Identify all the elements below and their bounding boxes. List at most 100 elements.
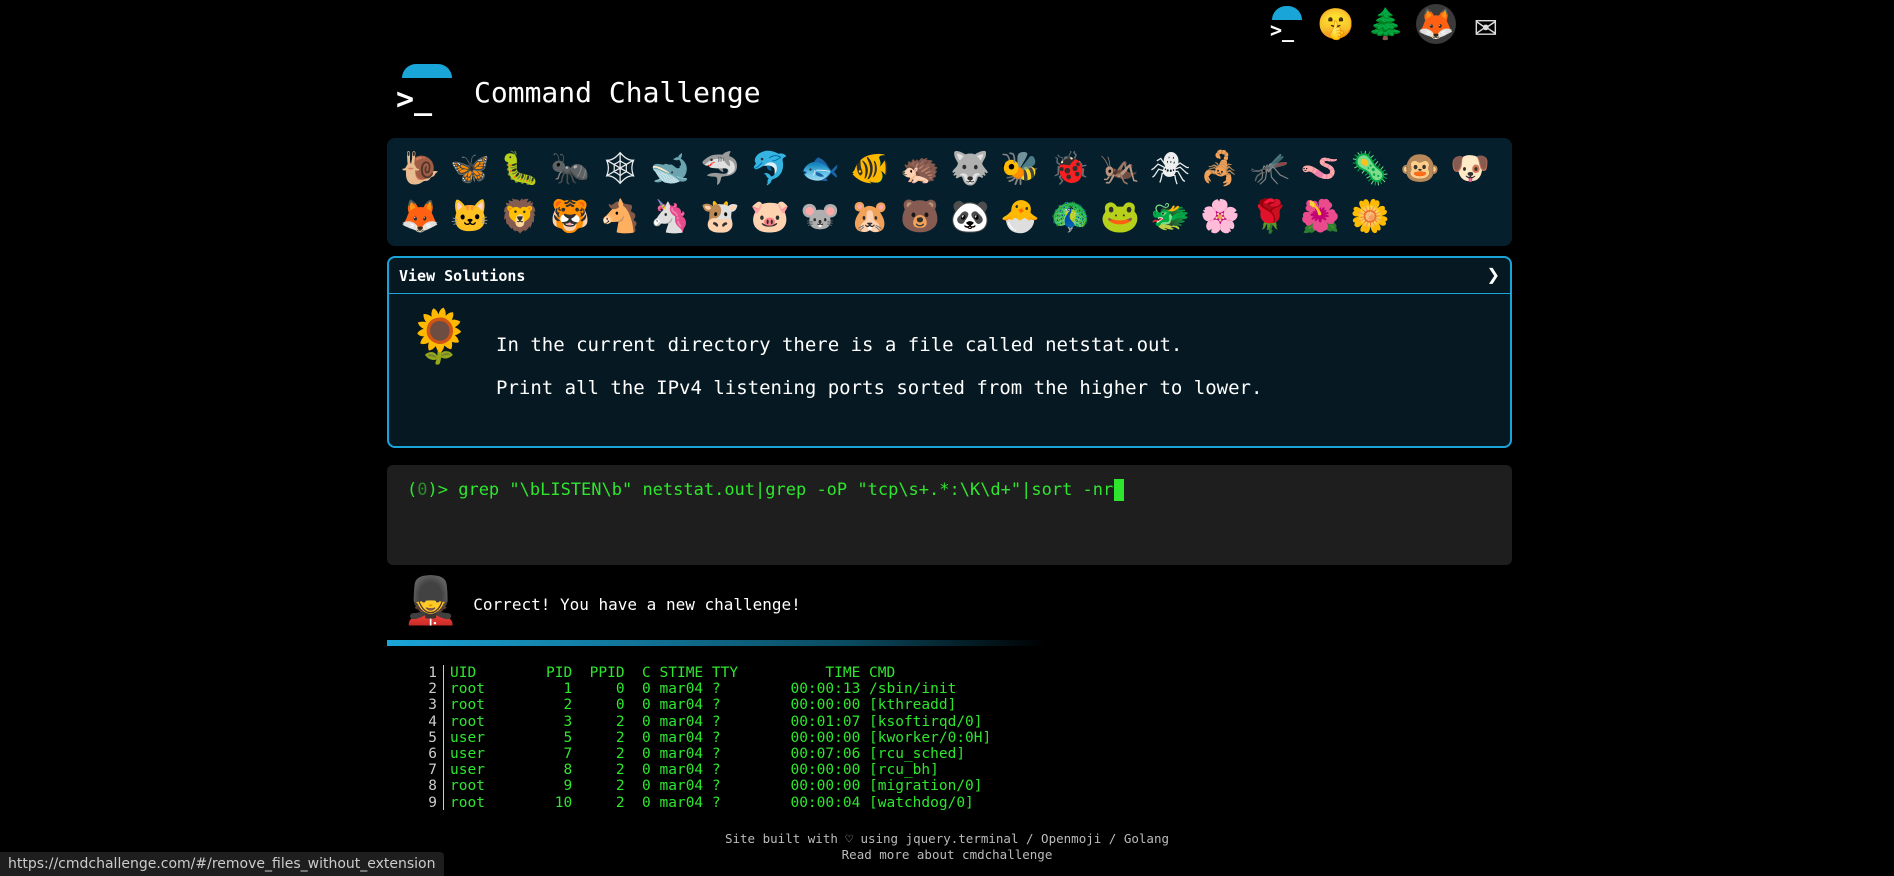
line-number: 6	[412, 746, 444, 763]
challenge-body: 🌻 In the current directory there is a fi…	[389, 294, 1510, 444]
challenge-panel: View Solutions ❯ 🌻 In the current direct…	[387, 256, 1512, 448]
challenge-emoji-icon[interactable]: 🐣	[995, 192, 1045, 240]
challenge-emoji-icon[interactable]: 🐠	[845, 144, 895, 192]
challenge-emoji-icon[interactable]: 🦋	[445, 144, 495, 192]
envelope-icon[interactable]: ✉	[1466, 2, 1506, 46]
challenge-emoji-icon[interactable]: 🦚	[1045, 192, 1095, 240]
challenge-emoji-icon[interactable]: 🐹	[845, 192, 895, 240]
cmdchallenge-logo-icon[interactable]: >_	[1266, 4, 1306, 44]
output-text: user 8 2 0 mar04 ? 00:00:00 [rcu_bh]	[450, 762, 939, 779]
output-text: root 1 0 0 mar04 ? 00:00:13 /sbin/init	[450, 681, 957, 698]
line-number: 8	[412, 778, 444, 795]
output-text: root 9 2 0 mar04 ? 00:00:00 [migration/0…	[450, 778, 983, 795]
challenge-emoji-icon[interactable]: 🐺	[945, 144, 995, 192]
challenge-emoji-icon[interactable]: 🐛	[495, 144, 545, 192]
challenge-emoji-icon[interactable]: 🦔	[895, 144, 945, 192]
challenge-emoji-icon[interactable]: 🐷	[745, 192, 795, 240]
challenge-description-line1: In the current directory there is a file…	[496, 334, 1183, 356]
gitlab-icon[interactable]: 🦊	[1416, 4, 1456, 44]
browser-status-url: https://cmdchallenge.com/#/remove_files_…	[0, 852, 444, 876]
challenge-emoji-icon[interactable]: 🦠	[1345, 144, 1395, 192]
challenge-emoji-icon[interactable]: 🐱	[445, 192, 495, 240]
line-number: 3	[412, 697, 444, 714]
sunflower-icon: 🌻	[407, 307, 472, 367]
line-number: 7	[412, 762, 444, 779]
command-output-listing: 1 UID PID PPID C STIME TTY TIME CMD 2 root …	[412, 665, 991, 811]
result-separator	[387, 640, 1047, 646]
challenge-emoji-icon[interactable]: 🐌	[395, 144, 445, 192]
challenge-emoji-icon[interactable]: 🐟	[795, 144, 845, 192]
challenge-emoji-icon[interactable]: 🐭	[795, 192, 845, 240]
challenge-emoji-icon[interactable]: 🐝	[995, 144, 1045, 192]
challenge-emoji-icon[interactable]: 🕸	[595, 144, 645, 192]
site-logo[interactable]: >_	[396, 64, 452, 120]
output-row: 9 root 10 2 0 mar04 ? 00:00:04 [watchdog/…	[412, 794, 991, 811]
output-row: 7 user 8 2 0 mar04 ? 00:00:00 [rcu_bh]	[412, 762, 991, 779]
challenge-emoji-icon[interactable]: 🐸	[1095, 192, 1145, 240]
output-row: 4 root 3 2 0 mar04 ? 00:01:07 [ksoftirqd/…	[412, 713, 991, 730]
logo-prompt: >_	[1270, 18, 1295, 42]
line-number: 2	[412, 681, 444, 698]
shushing-face-icon[interactable]: 🤫	[1316, 4, 1356, 44]
challenge-emoji-icon[interactable]: 🐴	[595, 192, 645, 240]
challenge-emoji-icon[interactable]: 🦈	[695, 144, 745, 192]
challenge-emoji-icon[interactable]: 🐵	[1395, 144, 1445, 192]
output-row: 8 root 9 2 0 mar04 ? 00:00:00 [migration/…	[412, 778, 991, 795]
challenge-emoji-icon[interactable]: 🐶	[1445, 144, 1495, 192]
output-text: UID PID PPID C STIME TTY TIME CMD	[450, 665, 896, 681]
challenge-emoji-icon[interactable]: 🐜	[545, 144, 595, 192]
listing-clip	[387, 810, 1512, 824]
challenge-emoji-icon[interactable]: 🐼	[945, 192, 995, 240]
output-text: root 3 2 0 mar04 ? 00:01:07 [ksoftirqd/0…	[450, 713, 983, 730]
challenge-emoji-icon[interactable]: 🐞	[1045, 144, 1095, 192]
challenge-emoji-icon[interactable]: 🐮	[695, 192, 745, 240]
page-header: >_ Command Challenge	[396, 62, 761, 122]
line-number: 1	[412, 665, 444, 682]
challenge-emoji-icon[interactable]: 🌺	[1295, 192, 1345, 240]
prompt-close: )>	[427, 480, 459, 500]
challenge-emoji-icon[interactable]: 🌸	[1195, 192, 1245, 240]
output-row: 3 root 2 0 0 mar04 ? 00:00:00 [kthreadd]	[412, 697, 991, 714]
output-text: root 2 0 0 mar04 ? 00:00:00 [kthreadd]	[450, 697, 957, 714]
page-title: Command Challenge	[474, 75, 761, 109]
challenge-emoji-icon[interactable]: 🦁	[495, 192, 545, 240]
prompt-open: (	[407, 480, 418, 500]
logo-prompt: >_	[396, 82, 433, 117]
challenge-emoji-icon[interactable]: 🐬	[745, 144, 795, 192]
line-number: 5	[412, 729, 444, 747]
output-row: 1 UID PID PPID C STIME TTY TIME CMD	[412, 665, 991, 682]
challenge-emoji-icon[interactable]: 🦄	[645, 192, 695, 240]
footer-credits[interactable]: Site built with ♡ using jquery.terminal …	[0, 831, 1894, 847]
challenge-description-line2: Print all the IPv4 listening ports sorte…	[496, 377, 1263, 399]
terminal-input[interactable]: (0)> grep "\bLISTEN\b" netstat.out|grep …	[387, 465, 1512, 565]
prompt-counter: 0	[417, 480, 428, 500]
line-number: 4	[412, 713, 444, 730]
result-message: 💂 Correct! You have a new challenge!	[402, 570, 801, 630]
guard-icon: 💂	[402, 573, 460, 627]
challenge-emoji-icon[interactable]: 🦟	[1245, 144, 1295, 192]
output-text: user 5 2 0 mar04 ? 00:00:00 [kworker/0:0…	[450, 729, 992, 746]
top-icon-bar: >_ 🤫 🌲 🦊 ✉	[1266, 2, 1506, 46]
challenge-emoji-icon[interactable]: 🦗	[1095, 144, 1145, 192]
line-number: 9	[412, 794, 444, 811]
output-text: user 7 2 0 mar04 ? 00:07:06 [rcu_sched]	[450, 746, 966, 763]
view-solutions-toggle[interactable]: View Solutions ❯	[389, 258, 1510, 294]
view-solutions-label: View Solutions	[399, 266, 526, 285]
output-text: root 10 2 0 mar04 ? 00:00:04 [watchdog/0…	[450, 794, 974, 811]
challenge-emoji-tray: 🐌 🦋 🐛 🐜 🕸 🐋 🦈 🐬 🐟 🐠 🦔 🐺 🐝 🐞 🦗 🕷 🦂 🦟 🪱 🦠 🐵 🐶 🦊 🐱 🦁 🐯 🐴 🦄 🐮 🐷 🐭 🐹 🐻 🐼 🐣 🦚 🐸 🐲 🌸 🌹…	[387, 138, 1512, 246]
challenge-emoji-icon[interactable]: 🕷	[1145, 144, 1195, 192]
logo-dome	[402, 64, 452, 78]
challenge-emoji-icon[interactable]: 🦂	[1195, 144, 1245, 192]
output-row: 5 user 5 2 0 mar04 ? 00:00:00 [kworker/0:…	[412, 729, 992, 747]
challenge-emoji-icon[interactable]: 🐋	[645, 144, 695, 192]
challenge-emoji-icon[interactable]: 🌹	[1245, 192, 1295, 240]
output-row: 6 user 7 2 0 mar04 ? 00:07:06 [rcu_sched]	[412, 746, 991, 763]
challenge-emoji-icon[interactable]: 🦊	[395, 192, 445, 240]
challenge-emoji-icon[interactable]: 🪱	[1295, 144, 1345, 192]
evergreen-tree-icon[interactable]: 🌲	[1366, 4, 1406, 44]
challenge-emoji-icon[interactable]: 🐯	[545, 192, 595, 240]
result-text: Correct! You have a new challenge!	[473, 595, 801, 614]
challenge-emoji-icon[interactable]: 🐻	[895, 192, 945, 240]
challenge-emoji-icon[interactable]: 🐲	[1145, 192, 1195, 240]
challenge-emoji-icon[interactable]: 🌼	[1345, 192, 1395, 240]
